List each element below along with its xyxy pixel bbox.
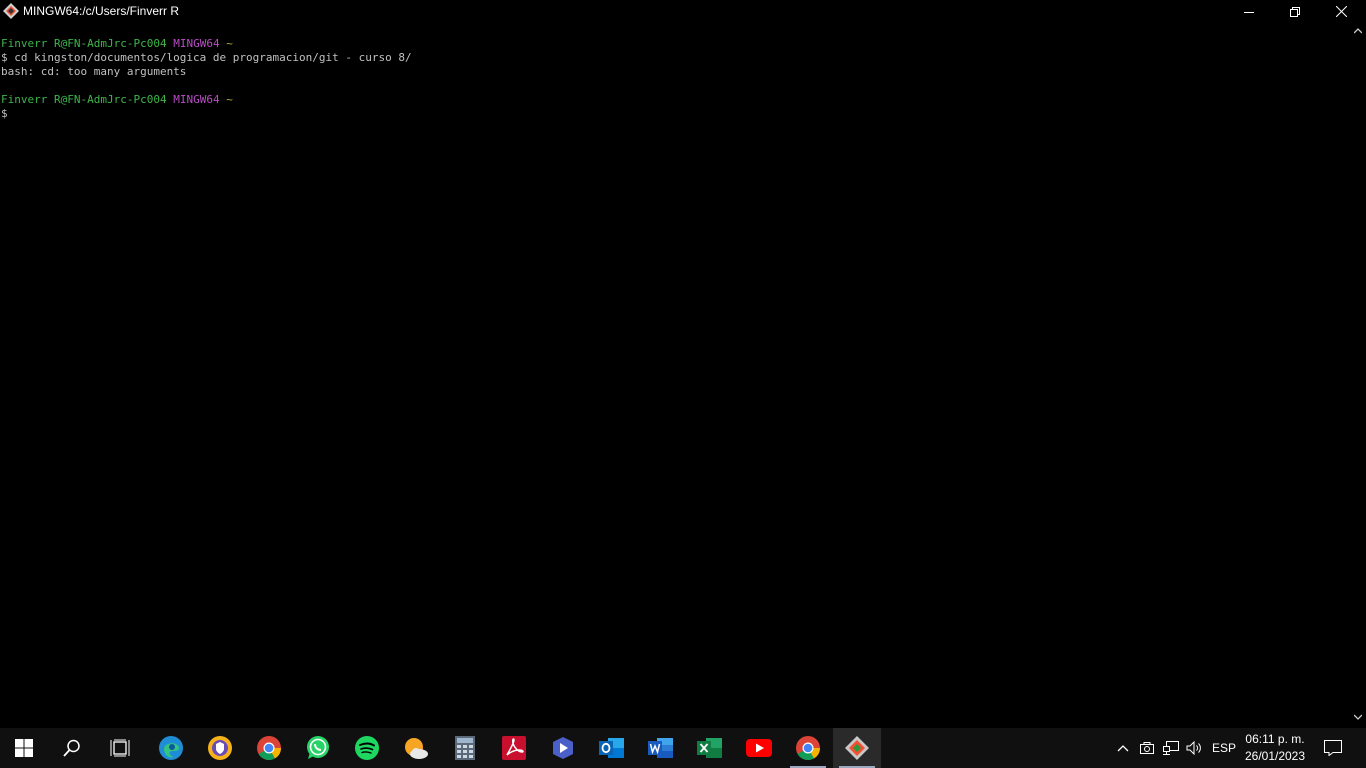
weather-taskbar-button[interactable] [392,728,440,768]
whatsapp-icon [307,736,329,759]
edge-icon [159,736,183,760]
video-editor-icon [553,737,573,759]
acrobat-taskbar-button[interactable] [490,728,538,768]
search-button[interactable] [48,728,96,768]
prompt-path: ~ [226,93,233,106]
network-icon [1163,741,1179,755]
prompt-user: Finverr R@FN-AdmJrc-Pc004 [1,93,167,106]
vpn-icon [208,736,232,760]
scroll-up-icon[interactable] [1354,28,1362,34]
chrome-icon [257,736,281,761]
chrome-icon [796,736,820,761]
youtube-taskbar-button[interactable] [735,728,783,768]
excel-icon [697,738,722,758]
language-indicator[interactable]: ESP [1208,728,1240,768]
outlook-icon [599,738,624,758]
minimize-button[interactable] [1226,0,1272,23]
clock-date: 26/01/2023 [1244,749,1306,763]
restore-button[interactable] [1272,0,1318,23]
show-hidden-icons-button[interactable] [1112,728,1134,768]
volume-button[interactable] [1184,728,1204,768]
git-bash-icon [845,736,869,760]
command-input-line[interactable]: $ [0,107,1350,121]
word-taskbar-button[interactable] [637,728,685,768]
prompt-env: MINGW64 [173,93,220,106]
close-icon [1335,6,1347,17]
meet-now-button[interactable] [1137,728,1157,768]
prompt-line: Finverr R@FN-AdmJrc-Pc004 MINGW64 ~ [0,37,1350,51]
chrome-taskbar-button-2[interactable] [784,728,832,768]
excel-taskbar-button[interactable] [686,728,734,768]
command-line: $ cd kingston/documentos/logica de progr… [1,51,412,64]
vpn-taskbar-button[interactable] [196,728,244,768]
prompt-user: Finverr R@FN-AdmJrc-Pc004 [1,37,167,50]
word-icon [648,738,673,758]
weather-icon [405,738,428,759]
youtube-icon [746,739,772,757]
spotify-icon [355,736,379,760]
calculator-taskbar-button[interactable] [441,728,489,768]
calculator-icon [455,736,475,760]
language-label: ESP [1211,741,1236,755]
error-output: bash: cd: too many arguments [1,65,187,78]
minimize-icon [1244,11,1254,13]
windows-logo-icon [15,739,33,757]
git-bash-taskbar-button[interactable] [833,728,881,768]
chevron-up-icon [1117,745,1129,752]
network-button[interactable] [1160,728,1182,768]
camera-icon [1140,742,1154,754]
outlook-taskbar-button[interactable] [588,728,636,768]
prompt-env: MINGW64 [173,37,220,50]
prompt-path: ~ [226,37,233,50]
close-button[interactable] [1318,0,1364,23]
speaker-icon [1186,741,1201,755]
notifications-button[interactable] [1318,728,1348,768]
chrome-taskbar-button[interactable] [245,728,293,768]
terminal-output[interactable]: Finverr R@FN-AdmJrc-Pc004 MINGW64 ~ $ cd… [0,37,1350,727]
edge-taskbar-button[interactable] [147,728,195,768]
whatsapp-taskbar-button[interactable] [294,728,342,768]
git-bash-app-icon [3,3,19,19]
task-view-icon [110,739,130,757]
acrobat-icon [502,736,526,760]
clock-time: 06:11 p. m. [1245,732,1305,746]
prompt-line: Finverr R@FN-AdmJrc-Pc004 MINGW64 ~ [0,93,1350,107]
window-title: MINGW64:/c/Users/Finverr R [23,4,180,18]
vertical-scrollbar[interactable] [1350,23,1366,728]
taskbar: ESP 06:11 p. m. 26/01/2023 [0,728,1366,768]
video-editor-taskbar-button[interactable] [539,728,587,768]
search-icon [63,739,80,757]
window-titlebar[interactable]: MINGW64:/c/Users/Finverr R [0,0,1366,23]
spotify-taskbar-button[interactable] [343,728,391,768]
start-button[interactable] [0,728,48,768]
task-view-button[interactable] [96,728,144,768]
notification-icon [1324,740,1342,756]
scroll-down-icon[interactable] [1354,714,1362,720]
restore-icon [1290,6,1300,17]
clock[interactable]: 06:11 p. m. 26/01/2023 [1240,731,1310,765]
